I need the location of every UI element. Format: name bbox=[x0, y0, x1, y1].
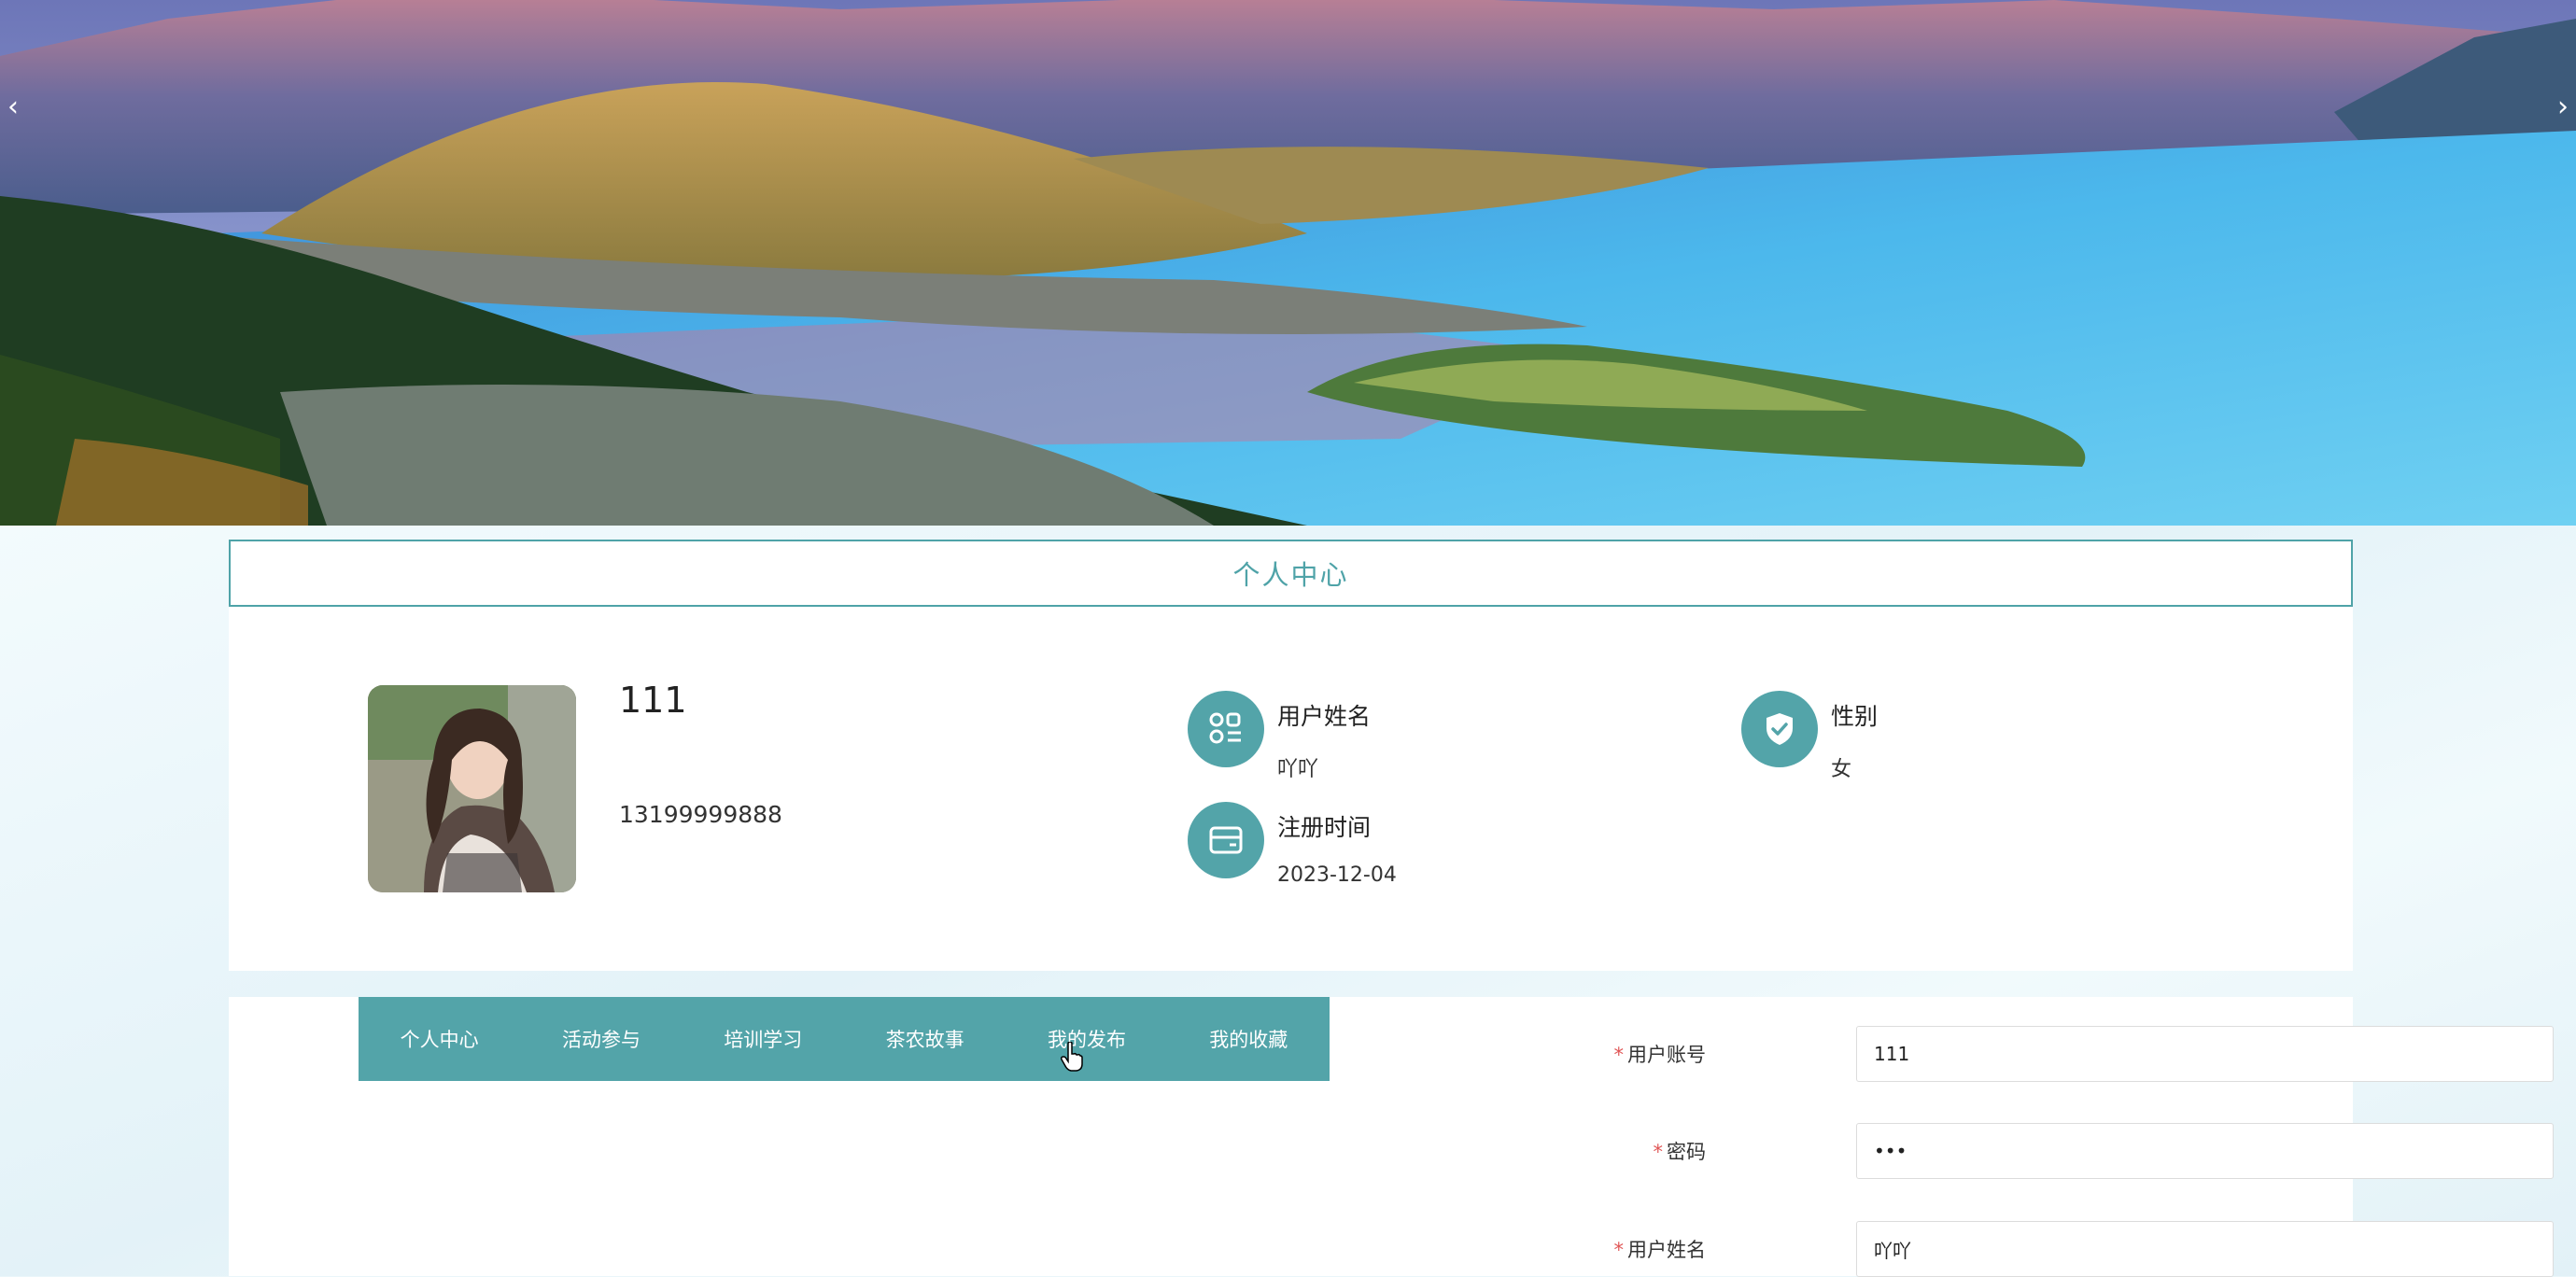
apps-list-icon bbox=[1188, 691, 1264, 767]
form-row-password: * 密码 bbox=[1461, 1123, 2554, 1179]
carousel-prev-icon[interactable]: ‹ bbox=[0, 89, 26, 126]
required-mark: * bbox=[1653, 1141, 1664, 1163]
tab-activity[interactable]: 活动参与 bbox=[520, 1025, 682, 1053]
tab-tea-stories[interactable]: 茶农故事 bbox=[844, 1025, 1006, 1053]
required-mark: * bbox=[1613, 1044, 1625, 1066]
hero-banner: ‹ › bbox=[0, 0, 2576, 526]
shield-check-icon bbox=[1741, 691, 1818, 767]
tab-bar: 个人中心 活动参与 培训学习 茶农故事 我的发布 我的收藏 bbox=[359, 997, 1330, 1081]
tab-my-favorites[interactable]: 我的收藏 bbox=[1168, 1025, 1330, 1053]
profile-username: 111 bbox=[619, 680, 687, 721]
avatar bbox=[368, 685, 576, 892]
account-input[interactable] bbox=[1856, 1026, 2554, 1082]
required-mark: * bbox=[1613, 1239, 1625, 1261]
info-value: 2023-12-04 bbox=[1277, 863, 1397, 887]
profile-phone: 13199999888 bbox=[619, 801, 782, 828]
info-label: 注册时间 bbox=[1277, 814, 1372, 841]
content-card: 个人中心 活动参与 培训学习 茶农故事 我的发布 我的收藏 *用户账号 *密码 … bbox=[229, 997, 2554, 1277]
form-row-account: * 用户账号 bbox=[1461, 1026, 2554, 1082]
page-title: 个人中心 bbox=[1232, 559, 1349, 591]
info-label: 性别 bbox=[1831, 703, 1879, 730]
fullname-input[interactable] bbox=[1856, 1221, 2554, 1277]
password-input[interactable] bbox=[1856, 1123, 2554, 1179]
profile-card: 111 13199999888 用户姓名 吖吖 性别 女 注册时间 2023-1… bbox=[229, 607, 2353, 971]
form-label: * 用户姓名 bbox=[1613, 1239, 1707, 1261]
card-icon bbox=[1188, 802, 1264, 878]
info-label: 用户姓名 bbox=[1277, 703, 1372, 730]
form-label: * 密码 bbox=[1653, 1141, 1707, 1163]
info-value: 女 bbox=[1831, 758, 1852, 781]
form-row-fullname: * 用户姓名 bbox=[1461, 1221, 2554, 1277]
section-title-bar: 个人中心 bbox=[229, 540, 2353, 607]
avatar-photo bbox=[368, 685, 576, 892]
tab-my-posts[interactable]: 我的发布 bbox=[1006, 1025, 1167, 1053]
landscape-image bbox=[0, 0, 2576, 526]
hand-cursor-icon bbox=[1061, 1042, 1083, 1072]
info-value: 吖吖 bbox=[1277, 758, 1319, 781]
carousel-next-icon[interactable]: › bbox=[2550, 89, 2576, 126]
form-label: * 用户账号 bbox=[1613, 1044, 1707, 1066]
tab-personal-center[interactable]: 个人中心 bbox=[359, 1025, 520, 1053]
tab-training[interactable]: 培训学习 bbox=[683, 1025, 844, 1053]
